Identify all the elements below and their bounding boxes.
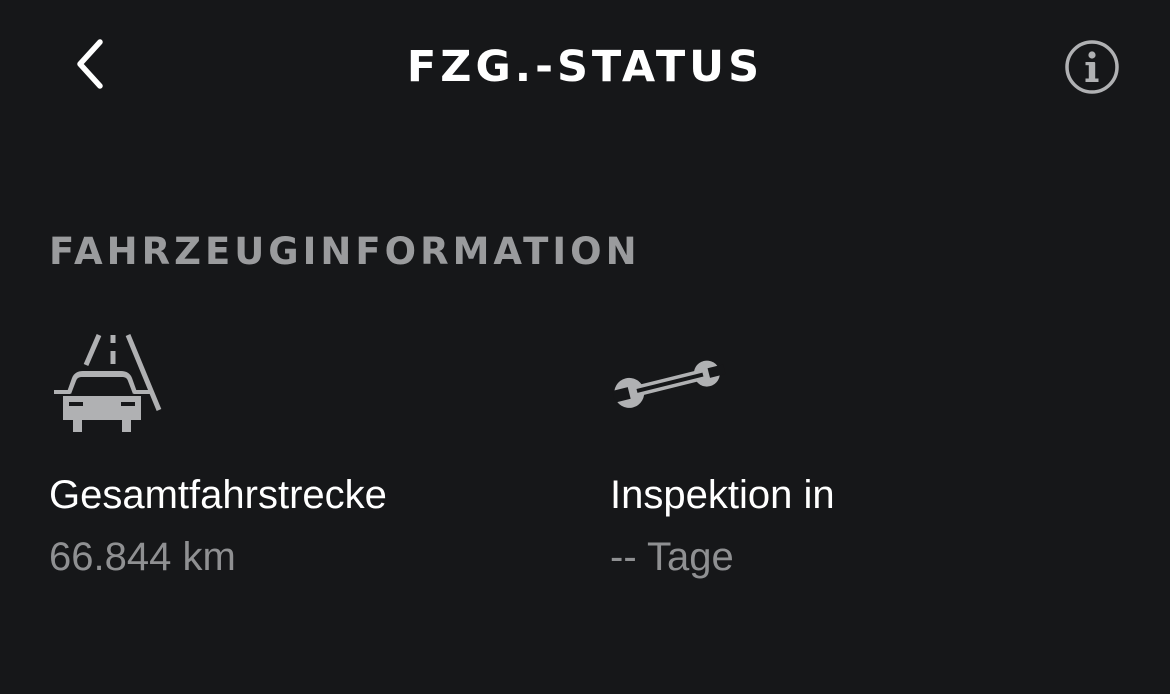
total-mileage-tile: Gesamtfahrstrecke 66.844 km [49, 330, 529, 590]
total-mileage-label: Gesamtfahrstrecke [49, 473, 387, 517]
header-bar: FZG.-STATUS [0, 0, 1170, 135]
page-title: FZG.-STATUS [406, 42, 764, 92]
info-button[interactable] [1062, 37, 1122, 97]
wrench-icon [612, 360, 726, 408]
inspection-value: -- Tage [610, 535, 734, 579]
info-circle-icon [1065, 40, 1119, 94]
section-title: FAHRZEUGINFORMATION [49, 230, 641, 273]
road-car-icon [54, 334, 162, 432]
inspection-tile: Inspektion in -- Tage [610, 330, 1090, 590]
total-mileage-value: 66.844 km [49, 535, 236, 579]
inspection-label: Inspektion in [610, 473, 835, 517]
